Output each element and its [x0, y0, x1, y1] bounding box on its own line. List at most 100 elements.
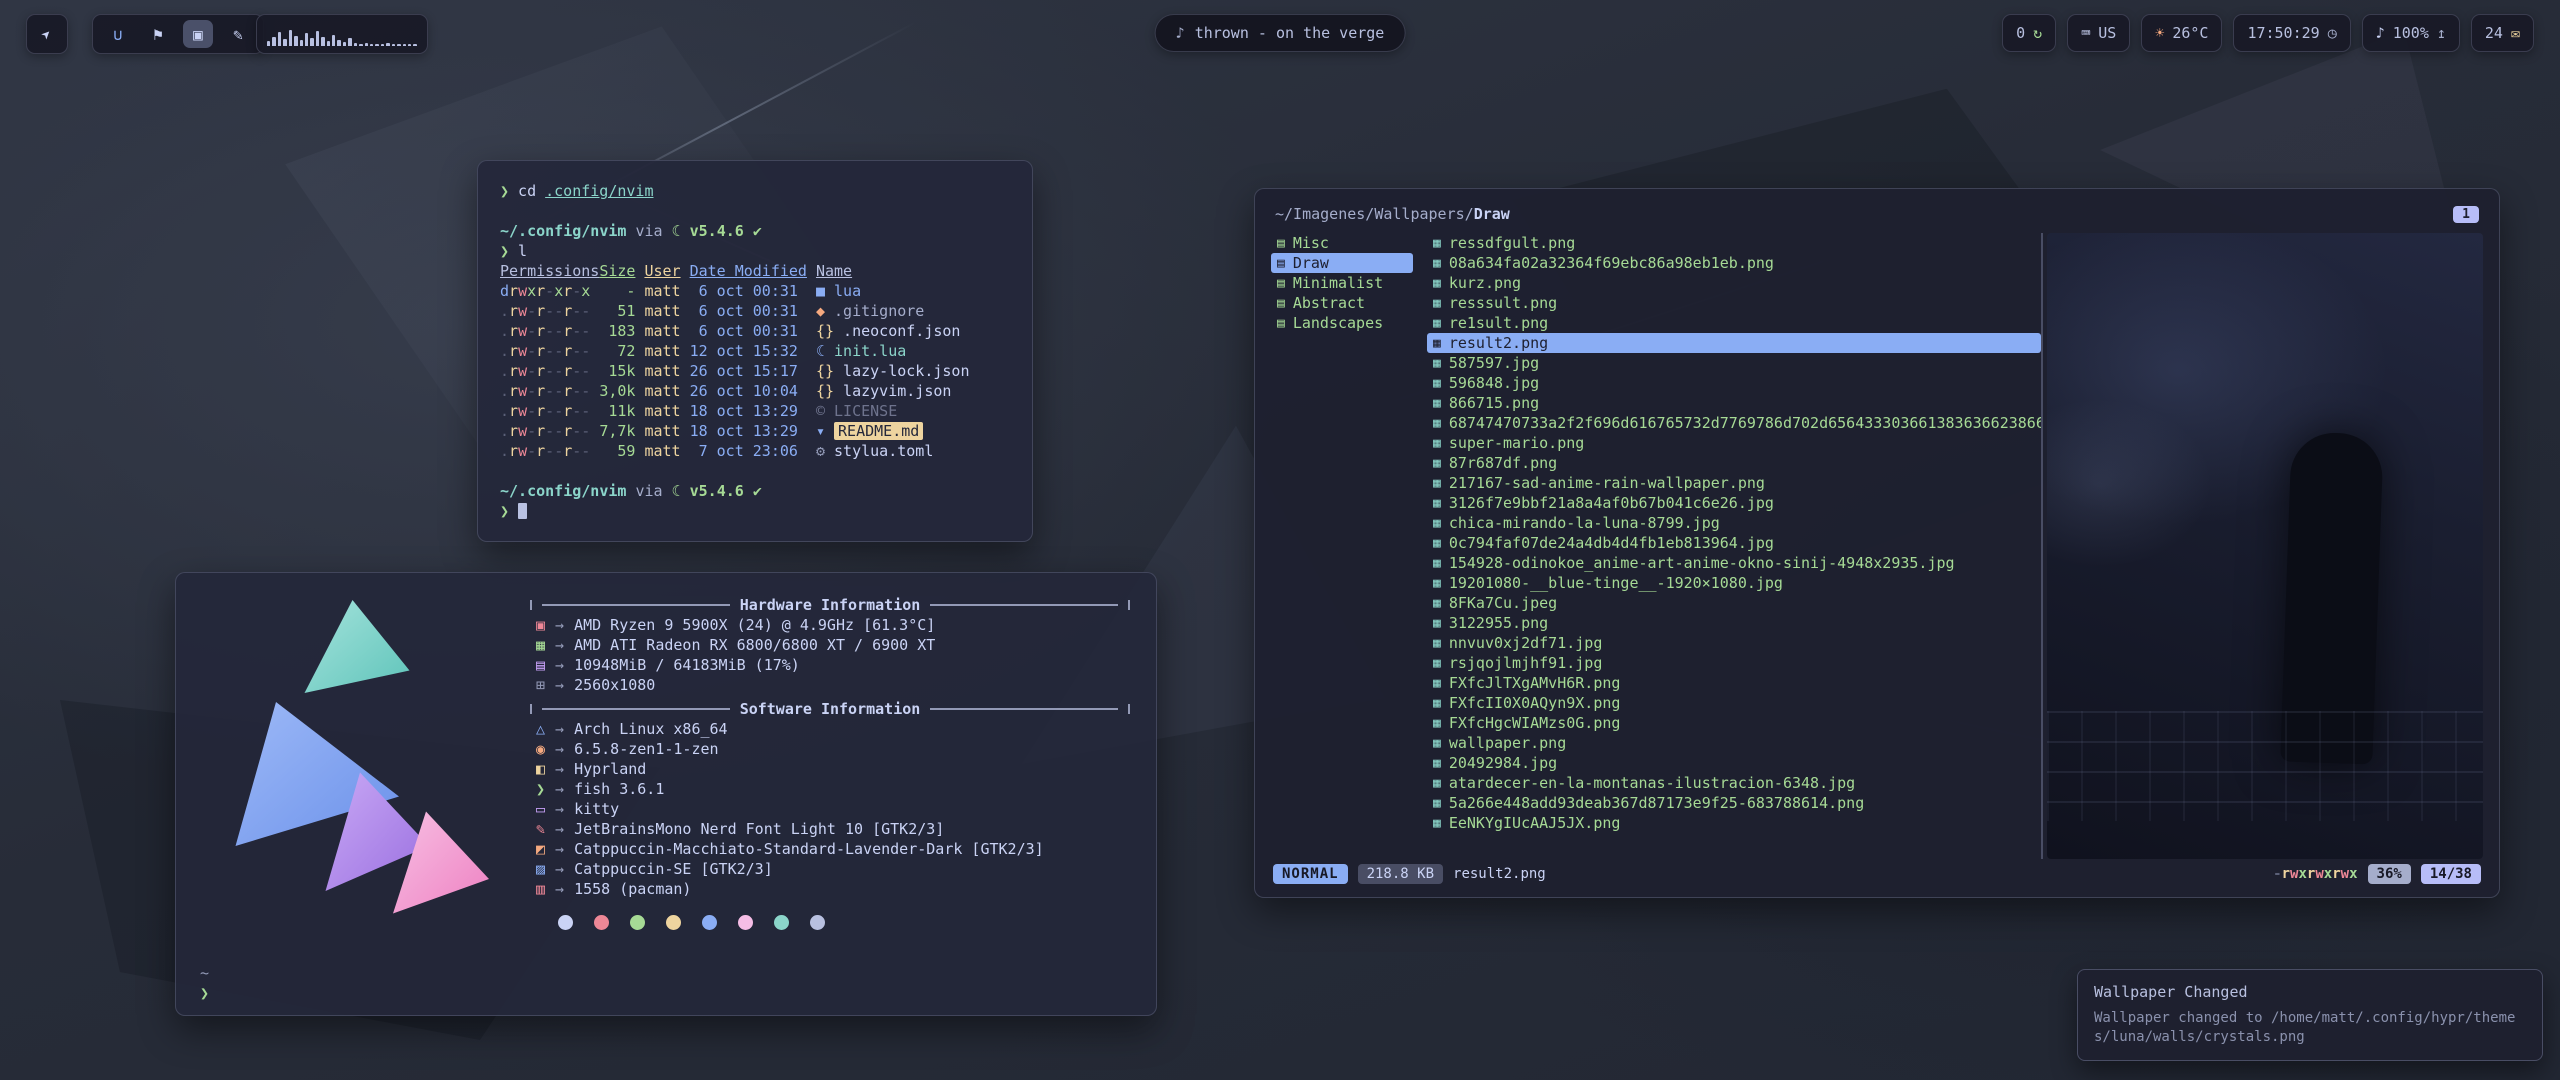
- module-volume[interactable]: ♪100%↥: [2362, 14, 2460, 52]
- module-weather[interactable]: ☀26°C: [2141, 14, 2222, 52]
- module-notifications[interactable]: 24✉: [2471, 14, 2534, 52]
- file-list-item[interactable]: ▦rsjqojlmjhf91.jpg: [1427, 653, 2041, 673]
- file-list-name: 87r687df.png: [1449, 454, 1557, 472]
- file-list-item[interactable]: ▦68747470733a2f2f696d616765732d7769786d7…: [1427, 413, 2041, 433]
- file-list-item[interactable]: ▦EeNKYgIUcAAJ5JX.png: [1427, 813, 2041, 833]
- image-file-icon: ▦: [1433, 616, 1441, 631]
- check-icon: ✔: [753, 222, 762, 240]
- file-list-item[interactable]: ▦3122955.png: [1427, 613, 2041, 633]
- perm-char: x: [527, 282, 536, 300]
- file-name-cell: ■lua: [816, 282, 1010, 300]
- info-shell: ❯→fish 3.6.1: [530, 779, 1130, 799]
- file-list-item[interactable]: ▦3126f7e9bbf21a8a4af0b67b041c6e26.jpg: [1427, 493, 2041, 513]
- sidebar-folder-draw[interactable]: ▤Draw: [1271, 253, 1413, 273]
- file-list-item[interactable]: ▦596848.jpg: [1427, 373, 2041, 393]
- file-owner: matt: [644, 382, 680, 400]
- file-list-item[interactable]: ▦chica-mirando-la-luna-8799.jpg: [1427, 513, 2041, 533]
- file-list-item[interactable]: ▦kurz.png: [1427, 273, 2041, 293]
- file-list-item[interactable]: ▦result2.png: [1427, 333, 2041, 353]
- launcher-button[interactable]: ➤: [26, 14, 68, 54]
- preview-railing: [2047, 711, 2483, 821]
- lua-version: v5.4.6: [690, 222, 744, 240]
- perm-char: w: [518, 282, 527, 300]
- fetch-terminal-window[interactable]: Hardware Information ▣→AMD Ryzen 9 5900X…: [175, 572, 1157, 1016]
- folder-name: Abstract: [1293, 294, 1365, 312]
- file-list-item[interactable]: ▦atardecer-en-la-montanas-ilustracion-63…: [1427, 773, 2041, 793]
- dock-item-files[interactable]: ▣: [183, 20, 213, 48]
- nvim-terminal-window[interactable]: ❯cd.config/nvim ~/.config/nvimvia☾v5.4.6…: [477, 160, 1033, 542]
- image-file-icon: ▦: [1433, 776, 1441, 791]
- terminal-input-line[interactable]: ❯: [500, 501, 1010, 521]
- dock-item-flag[interactable]: ⚑: [143, 20, 173, 48]
- module-keyboard-layout[interactable]: ⌨US: [2067, 14, 2130, 52]
- file-list-item[interactable]: ▦nnvuv0xj2df71.jpg: [1427, 633, 2041, 653]
- file-list-item[interactable]: ▦FXfcJlTXgAMvH6R.png: [1427, 673, 2041, 693]
- file-list-item[interactable]: ▦FXfcHgcWIAMzs0G.png: [1427, 713, 2041, 733]
- notifications-icon: ✉: [2511, 24, 2520, 42]
- palette-dot: [810, 915, 825, 930]
- perm-char: r: [509, 402, 518, 420]
- file-list-item[interactable]: ▦08a634fa02a32364f69ebc86a98eb1eb.png: [1427, 253, 2041, 273]
- prompt-icon: ❯: [200, 983, 209, 1003]
- current-directory: ~/.config/nvim: [500, 482, 626, 500]
- file-size-badge: 218.8 KB: [1358, 864, 1443, 884]
- perm-char: r: [536, 442, 545, 460]
- shell-value: fish 3.6.1: [574, 780, 664, 798]
- module-updates[interactable]: 0↻: [2002, 14, 2056, 52]
- file-list-item[interactable]: ▦super-mario.png: [1427, 433, 2041, 453]
- module-clock[interactable]: 17:50:29◷: [2233, 14, 2350, 52]
- file-list-item[interactable]: ▦re1sult.png: [1427, 313, 2041, 333]
- launcher-icon: ➤: [37, 24, 57, 44]
- dock: ∪ ⚑ ▣ ✎: [92, 14, 264, 54]
- file-list-item[interactable]: ▦FXfcII0X0AQyn9X.png: [1427, 693, 2041, 713]
- file-list-item[interactable]: ▦resssult.png: [1427, 293, 2041, 313]
- file-list-item[interactable]: ▦8FKa7Cu.jpeg: [1427, 593, 2041, 613]
- file-list-name: 0c794faf07de24a4db4d4fb1eb813964.jpg: [1449, 534, 1774, 552]
- perm-char: -: [581, 362, 590, 380]
- file-list-item[interactable]: ▦19201080-__blue-tinge__-1920×1080.jpg: [1427, 573, 2041, 593]
- visualizer-bar: [310, 38, 313, 46]
- font-value: JetBrainsMono Nerd Font Light 10 [GTK2/3…: [574, 820, 944, 838]
- file-list-item[interactable]: ▦587597.jpg: [1427, 353, 2041, 373]
- file-list-name: 8FKa7Cu.jpeg: [1449, 594, 1557, 612]
- image-file-icon: ▦: [1433, 376, 1441, 391]
- file-list-item[interactable]: ▦0c794faf07de24a4db4d4fb1eb813964.jpg: [1427, 533, 2041, 553]
- visualizer-bar: [403, 44, 406, 46]
- perm-char: -: [545, 362, 554, 380]
- perm-char: -: [545, 342, 554, 360]
- sidebar-folder-misc[interactable]: ▤Misc: [1271, 233, 1413, 253]
- theme-icon: ◩: [536, 840, 545, 858]
- file-list-item[interactable]: ▦wallpaper.png: [1427, 733, 2041, 753]
- file-list-name: 68747470733a2f2f696d616765732d7769786d70…: [1449, 414, 2041, 432]
- sidebar-folder-landscapes[interactable]: ▤Landscapes: [1271, 313, 1413, 333]
- filetype-icon: ⚙: [816, 442, 825, 460]
- info-kernel: ◉→6.5.8-zen1-1-zen: [530, 739, 1130, 759]
- sidebar-folder-minimalist[interactable]: ▤Minimalist: [1271, 273, 1413, 293]
- perm-char: -: [572, 342, 581, 360]
- file-row: .rw-r--r--15kmatt26 oct 15:17{}lazy-lock…: [500, 361, 1010, 381]
- music-widget[interactable]: ♪ thrown - on the verge: [1155, 14, 1406, 52]
- terminal-input-line[interactable]: ~ ❯: [200, 963, 209, 1003]
- file-list-item[interactable]: ▦5a266e448add93deab367d87173e9f25-683788…: [1427, 793, 2041, 813]
- file-manager-window[interactable]: ~/Imagenes/Wallpapers/Draw 1 ▤Misc▤Draw▤…: [1254, 188, 2500, 898]
- dock-item-paint[interactable]: ✎: [223, 20, 253, 48]
- perm-char: -: [527, 322, 536, 340]
- file-name: lua: [834, 282, 861, 300]
- image-file-icon: ▦: [1433, 336, 1441, 351]
- file-owner: matt: [644, 402, 680, 420]
- tab-badge[interactable]: 1: [2453, 206, 2479, 223]
- file-list-item[interactable]: ▦217167-sad-anime-rain-wallpaper.png: [1427, 473, 2041, 493]
- notification-popup[interactable]: Wallpaper Changed Wallpaper changed to /…: [2077, 969, 2543, 1061]
- file-list-item[interactable]: ▦20492984.jpg: [1427, 753, 2041, 773]
- filetype-icon: ©: [816, 402, 825, 420]
- file-list-item[interactable]: ▦154928-odinokoe_anime-art-anime-okno-si…: [1427, 553, 2041, 573]
- sidebar-folder-abstract[interactable]: ▤Abstract: [1271, 293, 1413, 313]
- file-list-item[interactable]: ▦87r687df.png: [1427, 453, 2041, 473]
- icons-icon: ▨: [536, 860, 545, 878]
- file-list-item[interactable]: ▦866715.png: [1427, 393, 2041, 413]
- dock-item-magnet[interactable]: ∪: [103, 20, 133, 48]
- file-name-cell: ▾README.md: [816, 422, 1010, 440]
- file-list-item[interactable]: ▦ressdfgult.png: [1427, 233, 2041, 253]
- perm-char: r: [536, 322, 545, 340]
- visualizer-bar: [300, 40, 303, 46]
